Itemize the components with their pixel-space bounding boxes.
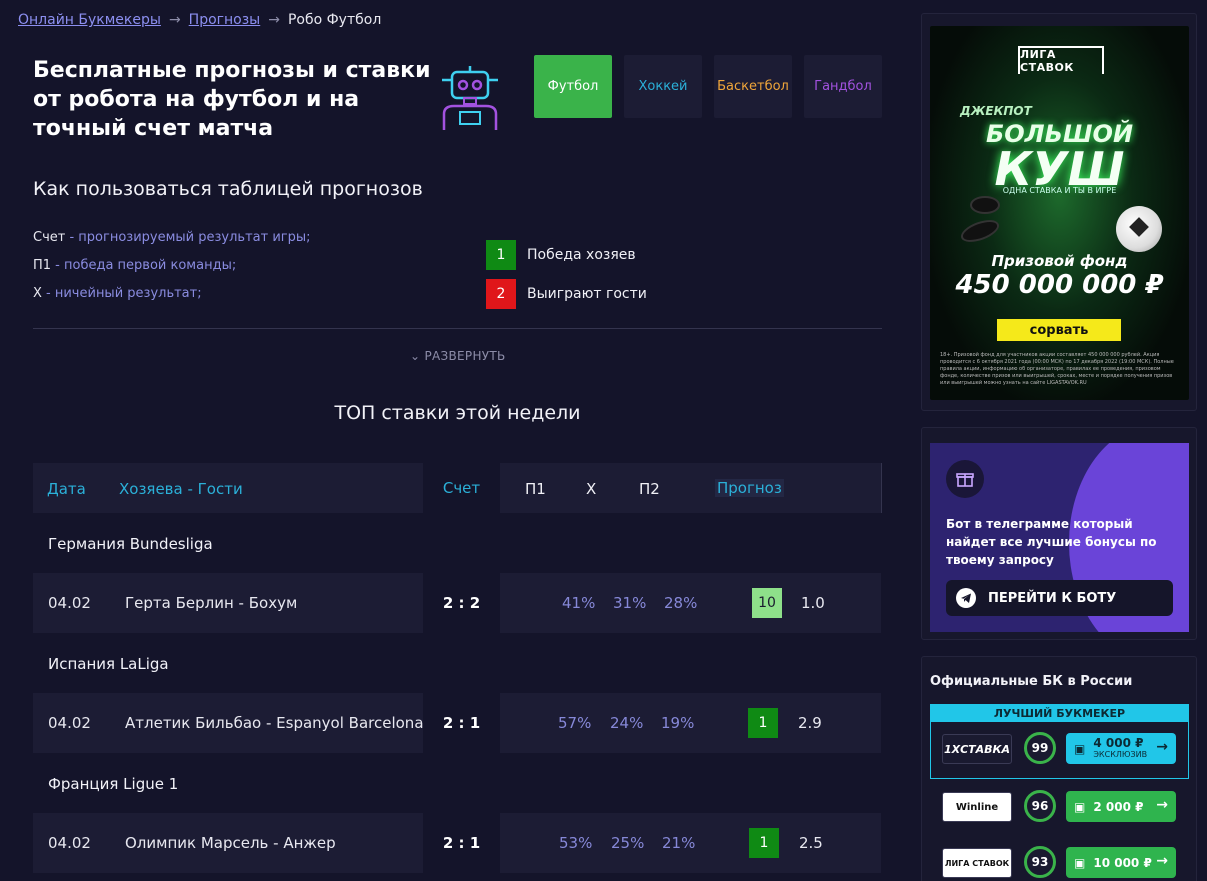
match-teams: Олимпик Марсель - Анжер	[125, 834, 336, 852]
best-bookmaker-label: ЛУЧШИЙ БУКМЕКЕР	[931, 705, 1188, 722]
table-row[interactable]: 04.02 Атлетик Бильбао - Espanyol Barcelo…	[33, 693, 881, 753]
header-x: Х	[586, 480, 597, 498]
gift-icon: ▣	[1074, 855, 1086, 870]
ad-jackpot: ДЖЕКПОТ	[960, 104, 1032, 118]
page-title: Бесплатные прогнозы и ставки от робота н…	[33, 58, 431, 141]
forecast-badge: 1	[749, 828, 779, 858]
header-p2: П2	[639, 480, 660, 498]
header-teams[interactable]: Хозяева - Гости	[119, 480, 243, 498]
header-date[interactable]: Дата	[47, 480, 86, 498]
match-score: 2 : 1	[442, 714, 481, 732]
forecast-badge: 10	[752, 588, 782, 618]
ad-banner[interactable]: ЛИГА СТАВОК ДЖЕКПОТ БОЛЬШОЙ КУШ ОДНА СТА…	[930, 26, 1189, 400]
ad-cta-button[interactable]: сорвать	[997, 319, 1121, 341]
arrow-right-icon: →	[168, 12, 181, 28]
prob-p1: 57%	[558, 714, 592, 732]
match-score: 2 : 2	[442, 594, 481, 612]
match-date: 04.02	[48, 834, 91, 852]
match-teams: Герта Берлин - Бохум	[125, 594, 298, 612]
gift-icon: ▣	[1074, 741, 1086, 756]
header-score[interactable]: Счет	[423, 479, 500, 497]
forecast-coef: 2.5	[799, 834, 823, 852]
ad-brand-logo: ЛИГА СТАВОК	[1018, 46, 1104, 74]
divider	[33, 328, 882, 329]
bookmaker-logo[interactable]: ЛИГА СТАВОК	[942, 848, 1012, 878]
arrow-right-icon: →	[1156, 739, 1168, 755]
telegram-promo: Бот в телеграмме который найдет все лучш…	[930, 443, 1189, 632]
breadcrumb-link-bookmakers[interactable]: Онлайн Букмекеры	[18, 12, 161, 28]
league-name: Франция Ligue 1	[48, 775, 179, 793]
telegram-text: Бот в телеграмме который найдет все лучш…	[946, 517, 1157, 567]
expand-button[interactable]: ⌄ РАЗВЕРНУТЬ	[410, 349, 506, 363]
ad-subline: ОДНА СТАВКА И ТЫ В ИГРЕ	[1002, 186, 1117, 195]
gift-icon	[946, 460, 984, 498]
ad-fund-label: Призовой фонд	[991, 252, 1128, 270]
forecast-coef: 2.9	[798, 714, 822, 732]
bookmaker-bonus-button[interactable]: ▣ 10 000 ₽ →	[1066, 847, 1176, 878]
bookmaker-logo[interactable]: Winline	[942, 792, 1012, 822]
arrow-right-icon: →	[1156, 797, 1168, 813]
chevron-down-icon: ⌄	[410, 349, 421, 363]
legend-away-win-label: Выиграют гости	[527, 286, 647, 302]
forecast-coef: 1.0	[801, 594, 825, 612]
tab-handball[interactable]: Гандбол	[804, 55, 882, 118]
bookmaker-row[interactable]: Winline 96 ▣ 2 000 ₽ →	[930, 782, 1189, 832]
prob-x: 25%	[611, 834, 645, 852]
bookmaker-rating: 99	[1024, 732, 1056, 764]
robot-icon	[442, 66, 498, 130]
bookmaker-logo[interactable]: 1XСТАВКА	[942, 734, 1012, 764]
legend-score: Счет - прогнозируемый результат игры;	[33, 230, 311, 245]
legend-home-win-label: Победа хозяев	[527, 247, 636, 263]
match-date: 04.02	[48, 594, 91, 612]
league-name: Германия Bundesliga	[48, 535, 213, 553]
telegram-bot-button[interactable]: ПЕРЕЙТИ К БОТУ	[946, 580, 1173, 616]
bookmaker-bonus-button[interactable]: ▣ 4 000 ₽ ЭКСКЛЮЗИВ →	[1066, 733, 1176, 764]
breadcrumb-current: Робо Футбол	[287, 12, 382, 28]
header-p1: П1	[525, 480, 546, 498]
arrow-right-icon: →	[268, 12, 280, 28]
prob-p2: 19%	[661, 714, 695, 732]
table-row[interactable]: 04.02 Олимпик Марсель - Анжер 2 : 1 53% …	[33, 813, 881, 873]
breadcrumb: Онлайн Букмекеры → Прогнозы → Робо Футбо…	[18, 12, 381, 28]
legend-away-win-box: 2	[486, 279, 516, 309]
legend-draw: Х - ничейный результат;	[33, 286, 202, 301]
tab-hockey[interactable]: Хоккей	[624, 55, 702, 118]
prob-p2: 21%	[662, 834, 696, 852]
tab-basketball[interactable]: Баскетбол	[714, 55, 792, 118]
header-forecast[interactable]: Прогноз	[715, 479, 784, 497]
prob-x: 31%	[613, 594, 647, 612]
bookmaker-bonus-button[interactable]: ▣ 2 000 ₽ →	[1066, 791, 1176, 822]
prob-p2: 28%	[664, 594, 698, 612]
match-date: 04.02	[48, 714, 91, 732]
league-name: Испания LaLiga	[48, 655, 169, 673]
legend-home-win-box: 1	[486, 240, 516, 270]
header-score-cell: Счет	[423, 463, 500, 513]
bookmaker-rating: 96	[1024, 790, 1056, 822]
hockey-puck-icon	[970, 196, 1000, 214]
ad-fine-print: 18+. Призовой фонд для участников акции …	[940, 352, 1174, 386]
ad-fund-amount: 450 000 000 ₽	[955, 270, 1164, 300]
whistle-icon	[958, 215, 1002, 247]
bookmaker-row[interactable]: ЛИГА СТАВОК 93 ▣ 10 000 ₽ →	[930, 838, 1189, 881]
telegram-icon	[956, 588, 976, 608]
bookmakers-title: Официальные БК в России	[930, 674, 1133, 689]
prob-p1: 53%	[559, 834, 593, 852]
gift-icon: ▣	[1074, 799, 1086, 814]
forecast-badge: 1	[748, 708, 778, 738]
legend-p1: П1 - победа первой команды;	[33, 258, 237, 273]
tab-football[interactable]: Футбол	[534, 55, 612, 118]
howto-title: Как пользоваться таблицей прогнозов	[33, 178, 423, 200]
bookmaker-row[interactable]: 1XСТАВКА 99 ▣ 4 000 ₽ ЭКСКЛЮЗИВ →	[930, 724, 1189, 774]
match-score: 2 : 1	[442, 834, 481, 852]
prob-x: 24%	[610, 714, 644, 732]
prob-p1: 41%	[562, 594, 596, 612]
top-bets-title: ТОП ставки этой недели	[334, 402, 581, 424]
match-teams: Атлетик Бильбао - Espanyol Barcelona	[125, 714, 424, 732]
arrow-right-icon: →	[1156, 853, 1168, 869]
bookmaker-rating: 93	[1024, 846, 1056, 878]
table-row[interactable]: 04.02 Герта Берлин - Бохум 2 : 2 41% 31%…	[33, 573, 881, 633]
breadcrumb-link-forecasts[interactable]: Прогнозы	[189, 12, 261, 28]
soccer-ball-icon	[1116, 206, 1162, 252]
